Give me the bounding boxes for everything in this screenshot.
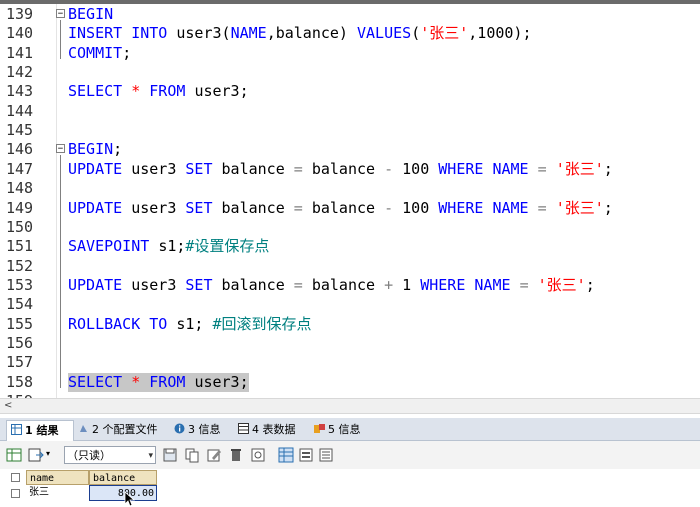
tab-profiles-label: 2 个配置文件 (92, 423, 158, 436)
tab-history-label: 5 信息 (328, 423, 361, 436)
tab-info-label: 3 信息 (188, 423, 221, 436)
delete-icon[interactable] (228, 447, 244, 463)
code-line[interactable]: 156 (0, 334, 700, 353)
code-text: UPDATE user3 SET balance = balance - 100… (68, 198, 613, 217)
readonly-select-value: （只读） (67, 449, 111, 462)
line-number: 145 (6, 121, 34, 140)
grid-icon (11, 424, 22, 435)
code-line[interactable]: 147 UPDATE user3 SET balance = balance - … (0, 160, 700, 179)
column-header-name[interactable]: name (26, 470, 89, 485)
code-text: UPDATE user3 SET balance = balance - 100… (68, 159, 613, 178)
export-icon[interactable] (28, 447, 44, 463)
cell-name[interactable]: 张三 (26, 485, 89, 501)
chevron-down-icon: ▾ (148, 451, 153, 461)
line-number: 156 (6, 333, 34, 352)
tab-history[interactable]: 5 信息 (310, 420, 372, 440)
cell-balance[interactable]: 800.00 (89, 485, 157, 501)
code-text: SELECT * FROM user3; (68, 372, 249, 392)
line-number: 152 (6, 256, 34, 275)
table-icon (238, 423, 249, 434)
code-line[interactable]: 145 (0, 121, 700, 140)
scroll-left-icon[interactable]: < (4, 399, 12, 413)
grid-mode-icon[interactable] (6, 447, 22, 463)
code-line[interactable]: 144 (0, 102, 700, 121)
line-number: 157 (6, 353, 34, 372)
line-number: 147 (6, 159, 34, 178)
row-checkbox[interactable] (11, 489, 20, 498)
code-line[interactable]: 151 SAVEPOINT s1;#设置保存点 (0, 237, 700, 256)
code-line[interactable]: 142 (0, 63, 700, 82)
code-text: BEGIN; (68, 140, 123, 159)
tab-profiles[interactable]: 2 个配置文件 (74, 420, 170, 440)
code-text: BEGIN (68, 5, 114, 23)
grid-view-icon[interactable] (278, 447, 294, 463)
result-toolbar: ▾ （只读） ▾ (0, 441, 700, 469)
code-line[interactable]: 139 − BEGIN (0, 5, 700, 24)
code-text: SAVEPOINT s1;#设置保存点 (68, 237, 270, 256)
code-line[interactable]: 155 ROLLBACK TO s1; #回滚到保存点 (0, 315, 700, 334)
sql-editor[interactable]: 139− BEGIN 140 INSERT INTO user3(NAME,balan… (0, 4, 700, 398)
fold-guide (60, 20, 61, 59)
copy-icon[interactable] (184, 447, 200, 463)
code-line[interactable]: 157 (0, 353, 700, 372)
export-dropdown-icon[interactable]: ▾ (46, 449, 50, 458)
line-number: 144 (6, 101, 34, 120)
info-icon (174, 423, 185, 434)
tab-results[interactable]: 1 结果 (6, 420, 74, 441)
line-number: 140 (6, 24, 34, 43)
line-number: 154 (6, 295, 34, 314)
save-icon[interactable] (162, 447, 178, 463)
column-header-balance[interactable]: balance (89, 470, 157, 485)
line-number: 151 (6, 237, 34, 256)
code-line[interactable]: 143 SELECT * FROM user3; (0, 82, 700, 101)
code-line[interactable]: 152 (0, 257, 700, 276)
line-number: 148 (6, 179, 34, 198)
edit-icon[interactable] (206, 447, 222, 463)
line-number: 153 (6, 275, 34, 294)
code-line[interactable]: 146 − BEGIN; (0, 140, 700, 159)
fold-guide (60, 155, 61, 388)
profile-icon (80, 425, 87, 432)
code-text: SELECT * FROM user3; (68, 82, 249, 101)
code-line[interactable]: 140 INSERT INTO user3(NAME,balance) VALUE… (0, 24, 700, 43)
select-all-checkbox[interactable] (11, 473, 20, 482)
history-icon (314, 424, 325, 433)
mouse-cursor-icon (124, 491, 136, 507)
tab-info[interactable]: 3 信息 (170, 420, 234, 440)
fold-collapse-icon[interactable]: − (56, 144, 65, 154)
code-line[interactable]: 148 (0, 179, 700, 198)
tab-table-data[interactable]: 4 表数据 (234, 420, 310, 440)
line-number: 149 (6, 198, 34, 217)
code-line[interactable]: 150 (0, 218, 700, 237)
line-number: 139 (6, 5, 34, 23)
readonly-select[interactable]: （只读） ▾ (64, 446, 156, 464)
line-number: 155 (6, 314, 34, 333)
code-text: INSERT INTO user3(NAME,balance) VALUES('… (68, 24, 532, 43)
code-line[interactable]: 154 (0, 295, 700, 314)
line-number: 141 (6, 43, 34, 62)
horizontal-scrollbar[interactable]: < (0, 398, 700, 414)
result-tabs: 1 结果 2 个配置文件 3 信息 4 表数据 5 信息 (0, 418, 700, 441)
code-text: UPDATE user3 SET balance = balance + 1 W… (68, 275, 595, 294)
line-number: 143 (6, 82, 34, 101)
line-number: 150 (6, 217, 34, 236)
text-view-icon[interactable] (318, 447, 334, 463)
code-text: COMMIT; (68, 43, 132, 62)
code-line[interactable]: 141 COMMIT; (0, 44, 700, 63)
tab-results-label: 1 结果 (25, 424, 59, 437)
code-line[interactable]: 158 SELECT * FROM user3; (0, 372, 700, 392)
line-number: 158 (6, 372, 34, 391)
tab-table-data-label: 4 表数据 (252, 423, 296, 436)
code-line[interactable]: 149 UPDATE user3 SET balance = balance - … (0, 199, 700, 218)
form-view-icon[interactable] (298, 447, 314, 463)
refresh-icon[interactable] (250, 447, 266, 463)
line-number: 146 (6, 140, 34, 159)
result-grid: name balance 张三 800.00 (0, 470, 700, 507)
fold-collapse-icon[interactable]: − (56, 9, 65, 19)
line-number: 142 (6, 63, 34, 82)
code-line[interactable]: 153 UPDATE user3 SET balance = balance + … (0, 276, 700, 295)
code-text: ROLLBACK TO s1; #回滚到保存点 (68, 314, 312, 333)
